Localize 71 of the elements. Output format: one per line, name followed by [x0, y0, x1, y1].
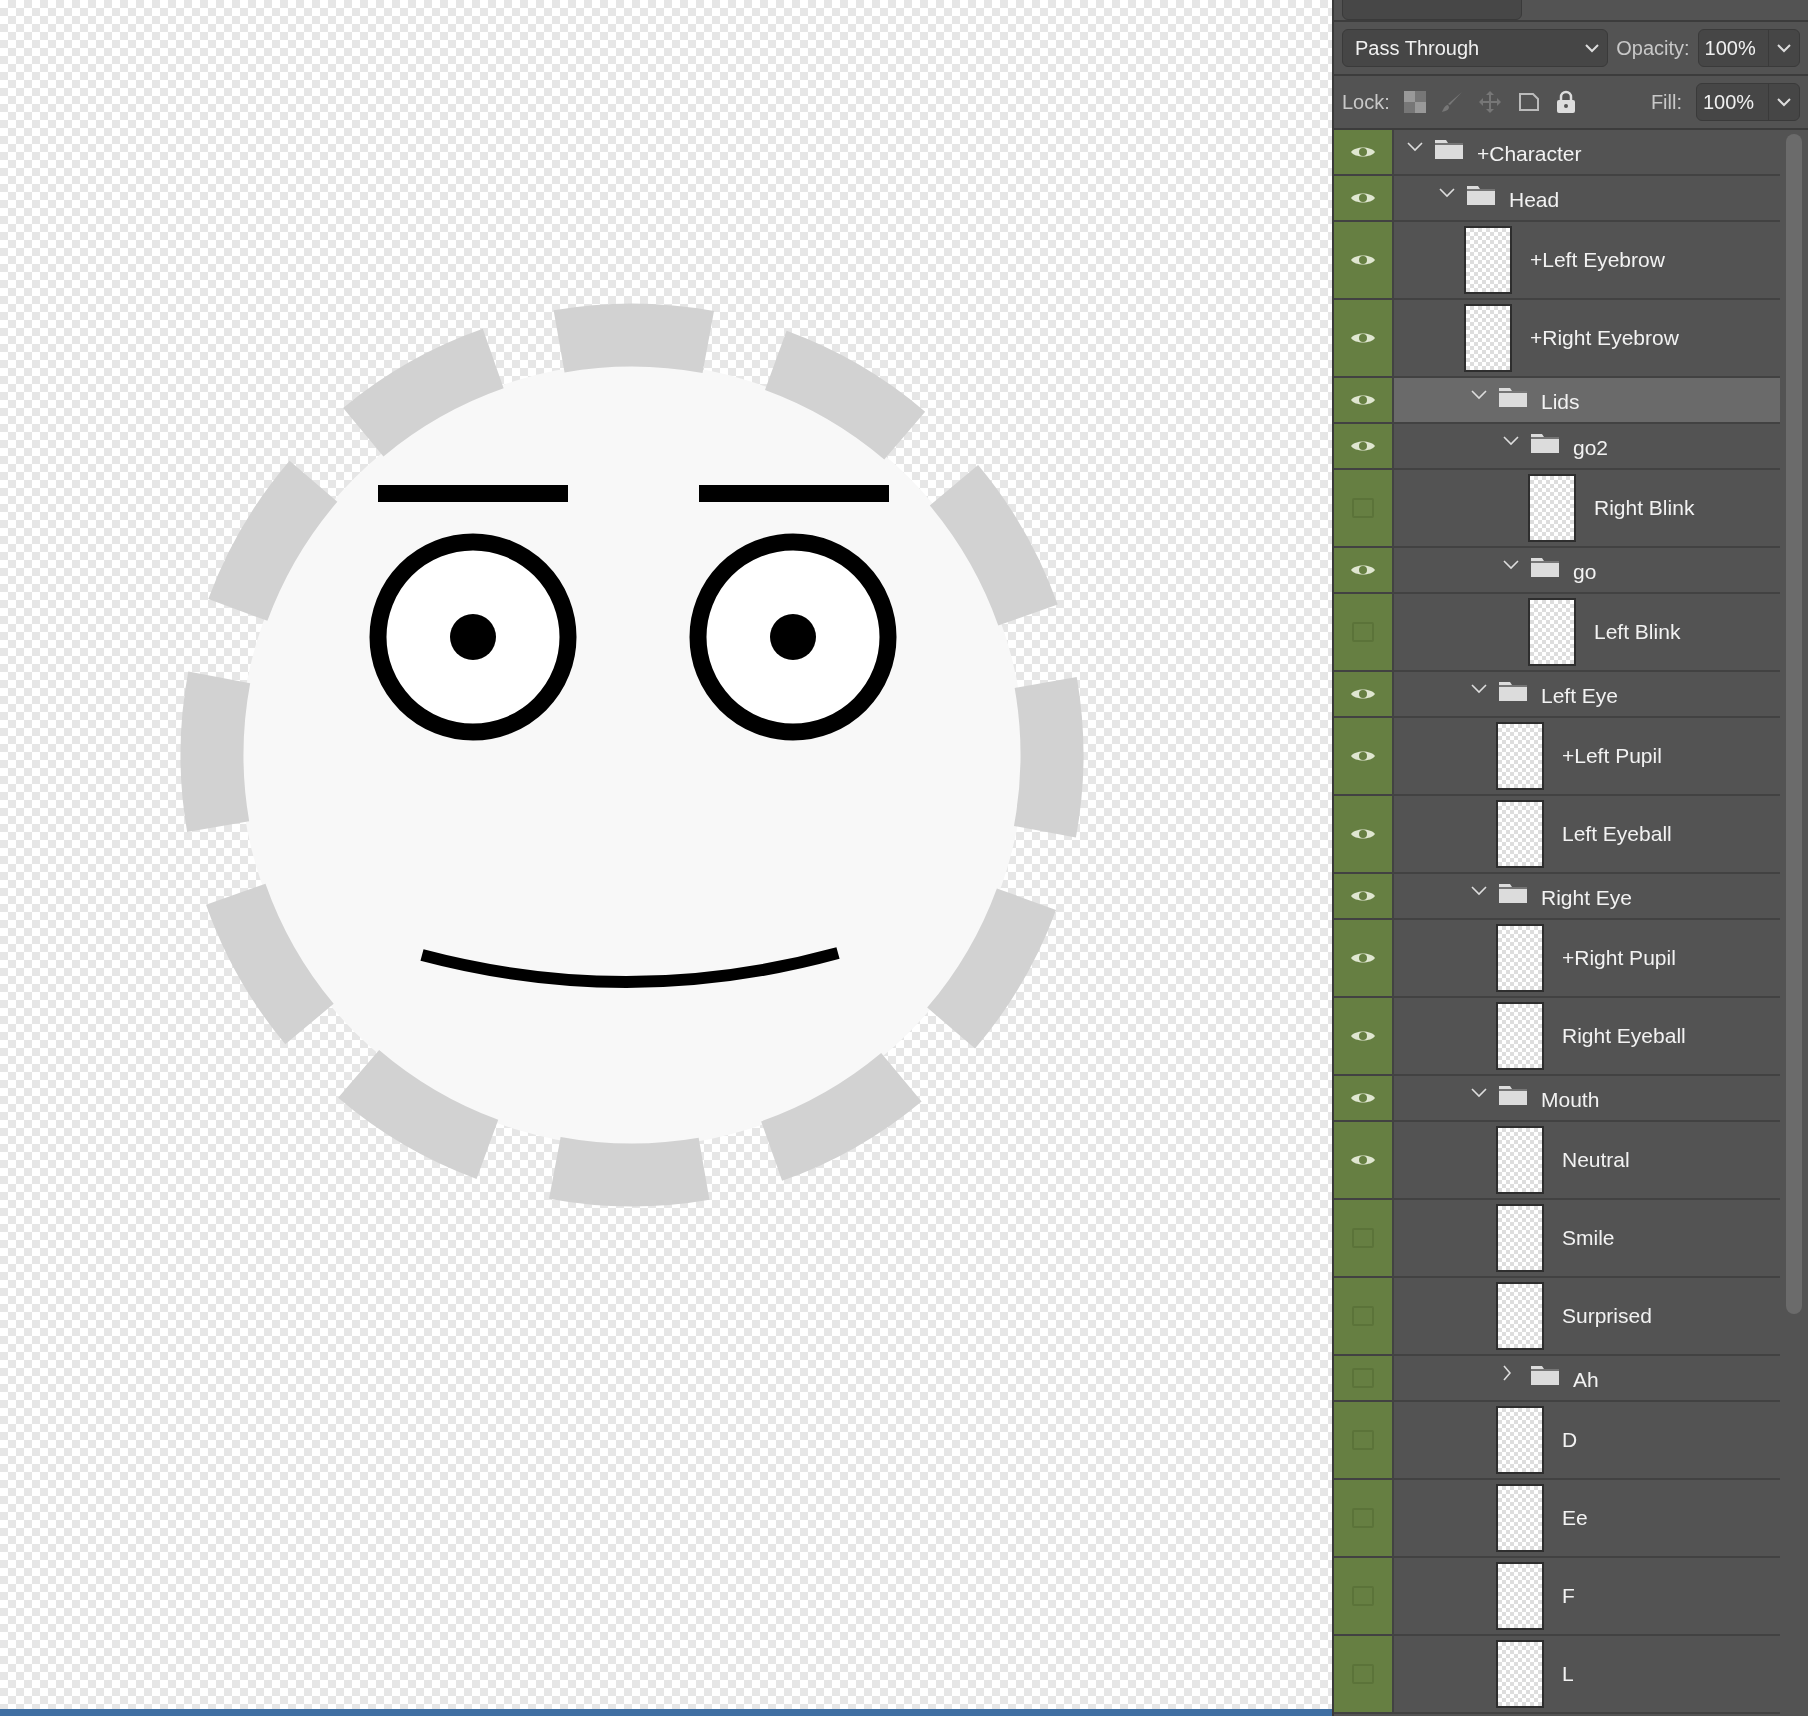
lock-icon[interactable]	[1555, 90, 1576, 114]
folder-icon	[1499, 385, 1527, 407]
blend-mode-dropdown[interactable]: Pass Through	[1342, 29, 1609, 67]
layer-row[interactable]: Right Blink	[1394, 470, 1780, 546]
folder-icon	[1435, 137, 1463, 159]
layer-thumbnail	[1496, 722, 1544, 790]
layer-thumbnail	[1528, 598, 1576, 666]
fill-label: Fill:	[1650, 90, 1682, 115]
chevron-down-icon	[1777, 97, 1791, 107]
layer-thumbnail	[1496, 1562, 1544, 1630]
layer-row[interactable]: +Right Eyebrow	[1394, 300, 1780, 376]
layer-thumbnail	[1528, 474, 1576, 542]
chevron-right-icon[interactable]	[1503, 1365, 1511, 1381]
layer-row[interactable]: Left Blink	[1394, 594, 1780, 670]
layer-group-row[interactable]: go2	[1394, 424, 1780, 468]
chevron-down-icon[interactable]	[1439, 188, 1455, 198]
chevron-down-icon[interactable]	[1471, 684, 1487, 694]
layer-thumbnail	[1496, 1282, 1544, 1350]
opacity-field[interactable]: 100%	[1697, 29, 1800, 67]
layer-thumbnail	[1496, 1126, 1544, 1194]
layer-row[interactable]: Smile	[1394, 1200, 1780, 1276]
layer-row[interactable]: +Right Pupil	[1394, 920, 1780, 996]
layer-thumbnail	[1496, 800, 1544, 868]
scrollbar[interactable]	[1786, 134, 1802, 1314]
folder-icon	[1531, 1363, 1559, 1385]
layer-row[interactable]: Surprised	[1394, 1278, 1780, 1354]
layer-thumbnail	[1464, 304, 1512, 372]
chevron-down-icon[interactable]	[1503, 436, 1519, 446]
layer-thumbnail	[1496, 924, 1544, 992]
chevron-down-icon	[1777, 43, 1791, 53]
layer-row[interactable]: Neutral	[1394, 1122, 1780, 1198]
folder-icon	[1531, 555, 1559, 577]
brush-icon[interactable]	[1439, 90, 1464, 114]
chevron-down-icon[interactable]	[1503, 560, 1519, 570]
folder-icon	[1499, 679, 1527, 701]
checkerboard-icon[interactable]	[1403, 91, 1426, 113]
layer-row[interactable]: Right Eyeball	[1394, 998, 1780, 1074]
layer-thumbnail	[1496, 1204, 1544, 1272]
chevron-down-icon[interactable]	[1471, 1088, 1487, 1098]
layer-thumbnail	[1496, 1002, 1544, 1070]
layer-thumbnail	[1496, 1406, 1544, 1474]
layer-group-row[interactable]: go	[1394, 548, 1780, 592]
opacity-label: Opacity:	[1616, 36, 1690, 61]
folder-icon	[1531, 431, 1559, 453]
layer-row[interactable]: +Left Eyebrow	[1394, 222, 1780, 298]
folder-icon	[1467, 183, 1495, 205]
lock-label: Lock:	[1342, 90, 1390, 115]
chevron-down-icon[interactable]	[1471, 390, 1487, 400]
layer-thumbnail	[1496, 1484, 1544, 1552]
layer-group-row[interactable]: Mouth	[1394, 1076, 1780, 1120]
layer-thumbnail	[1464, 226, 1512, 294]
layer-row[interactable]: F	[1394, 1558, 1780, 1634]
layer-row[interactable]: Ee	[1394, 1480, 1780, 1556]
layer-row[interactable]: Left Eyeball	[1394, 796, 1780, 872]
layer-row[interactable]: D	[1394, 1402, 1780, 1478]
layer-group-row[interactable]: +Character	[1394, 130, 1780, 174]
chevron-down-icon[interactable]	[1471, 886, 1487, 896]
folder-icon	[1499, 881, 1527, 903]
folder-icon	[1499, 1083, 1527, 1105]
layer-group-row[interactable]: Left Eye	[1394, 672, 1780, 716]
layer-row[interactable]: L	[1394, 1636, 1780, 1712]
fill-field[interactable]: 100%	[1696, 83, 1800, 121]
layer-group-row[interactable]: Head	[1394, 176, 1780, 220]
layer-group-row[interactable]: Lids	[1394, 378, 1780, 422]
layer-group-row[interactable]: Right Eye	[1394, 874, 1780, 918]
move-icon[interactable]	[1477, 90, 1502, 114]
layer-thumbnail	[1496, 1640, 1544, 1708]
layer-group-row[interactable]: Ah	[1394, 1356, 1780, 1400]
layer-row[interactable]: +Left Pupil	[1394, 718, 1780, 794]
chevron-down-icon	[1585, 43, 1600, 53]
chevron-down-icon[interactable]	[1407, 142, 1423, 152]
